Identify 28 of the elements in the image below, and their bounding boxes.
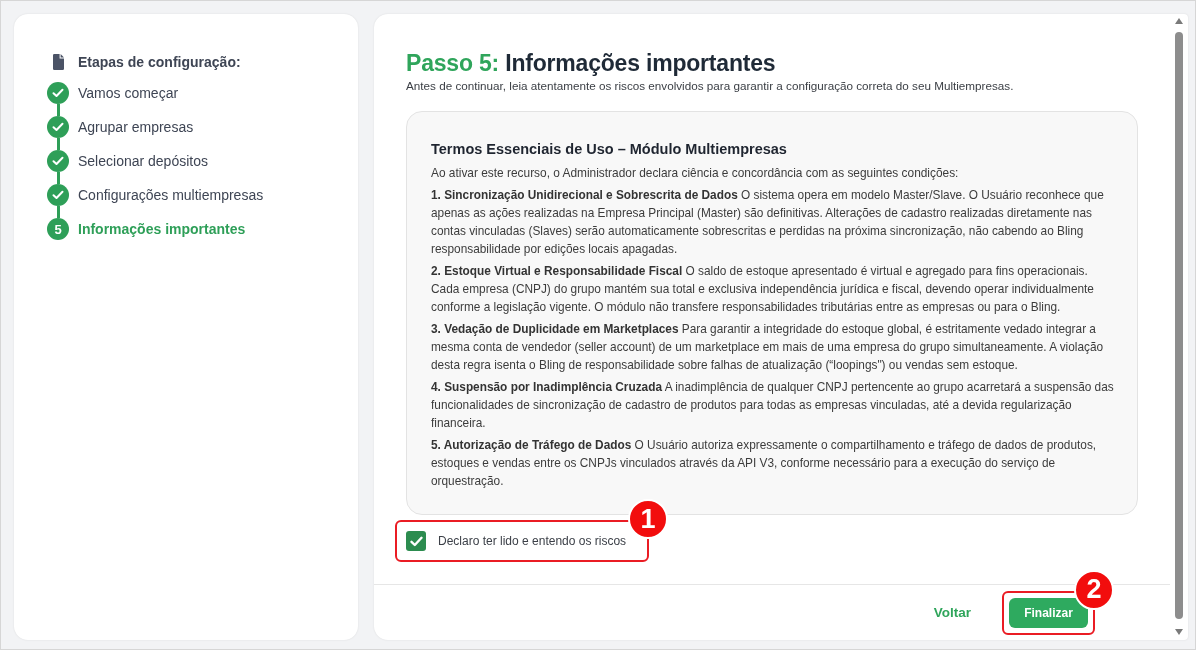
document-icon bbox=[53, 54, 64, 70]
steps-title: Etapas de configuração: bbox=[78, 54, 241, 70]
scroll-up-arrow-icon[interactable] bbox=[1175, 18, 1183, 24]
terms-heading: Termos Essenciais de Uso – Módulo Multiempresas bbox=[431, 140, 788, 159]
terms-clause: 2. Estoque Virtual e Responsabilidade Fiscal O saldo de estoque apresentado é virtual e agregado para fins operacionais. Cada empresa (CNPJ) do grupo mantém sua total e exclusiva independência jurídica e fiscal, devendo operar individualmente conforme a legislação vigente. O módulo não transfere responsabilidades tributárias entre as empresas ou para o Bling. bbox=[431, 263, 1095, 316]
scrollbar-thumb[interactable] bbox=[1175, 32, 1183, 619]
callout-badge: 2 bbox=[1074, 569, 1114, 610]
subtitle: Antes de continuar, leia atentamente os riscos envolvidos para garantir a configuração correta do seu Multiempresas. bbox=[406, 78, 1015, 94]
step-connector bbox=[56, 138, 60, 150]
step-label[interactable]: Selecionar depósitos bbox=[78, 150, 208, 172]
consent-label[interactable]: Declaro ter lido e entendo os riscos bbox=[438, 534, 627, 548]
terms-clause: 3. Vedação de Duplicidade em Marketplaces Para garantir a integridade do estoque global, é estritamente vedado integrar a mesma conta de vendedor (seller account) de um marketplace em mais de uma empresa do grupo simultaneamente. A violação desta regra isenta o Bling de responsabilidade sobre falhas de atualização (“loopings") ou vendas sem estoque. bbox=[431, 321, 1105, 374]
step-label[interactable]: Agrupar empresas bbox=[78, 116, 194, 138]
step-number: 5 bbox=[47, 218, 69, 240]
terms-intro: Ao ativar este recurso, o Administrador declara ciência e concordância com as seguintes condições: bbox=[431, 165, 960, 182]
step-connector bbox=[56, 206, 60, 218]
consent-checkbox[interactable] bbox=[406, 531, 426, 551]
scroll-down-arrow-icon[interactable] bbox=[1175, 629, 1183, 635]
page-title: Passo 5: Informações importantes bbox=[406, 49, 777, 78]
terms-clause: 5. Autorização de Tráfego de Dados O Usuário autoriza expressamente o compartilhamento e tráfego de dados de produtos, estoques e vendas entre os CNPJs vinculados através da API V3, conforme necessário para a execução do serviço de orquestração. bbox=[431, 437, 1098, 490]
step-label[interactable]: Configurações multiempresas bbox=[78, 184, 264, 206]
terms-clause: 4. Suspensão por Inadimplência Cruzada A inadimplência de qualquer CNPJ pertencente ao grupo acarretará a suspensão das funcionalidades de sincronização de cadastro de produtos para todas as empresas vinculadas, até a devida regularização financeira. bbox=[431, 379, 1115, 432]
step-connector bbox=[56, 172, 60, 184]
step-connector bbox=[56, 104, 60, 116]
terms-clause: 1. Sincronização Unidirecional e Sobrescrita de Dados O sistema opera em modelo Master/Slave. O Usuário reconhece que apenas as ações realizadas na Empresa Principal (Master) são definitivas. Alterações de cadastro realizadas diretamente nas contas vinculadas (Slaves) serão automaticamente sobrescritas e perdidas na próxima sincronização, não cabendo ao Bling responsabilidade por edições locais apagadas. bbox=[431, 187, 1105, 258]
step-label[interactable]: Vamos começar bbox=[78, 82, 179, 104]
check-icon bbox=[409, 535, 423, 547]
callout-badge: 1 bbox=[628, 499, 669, 539]
